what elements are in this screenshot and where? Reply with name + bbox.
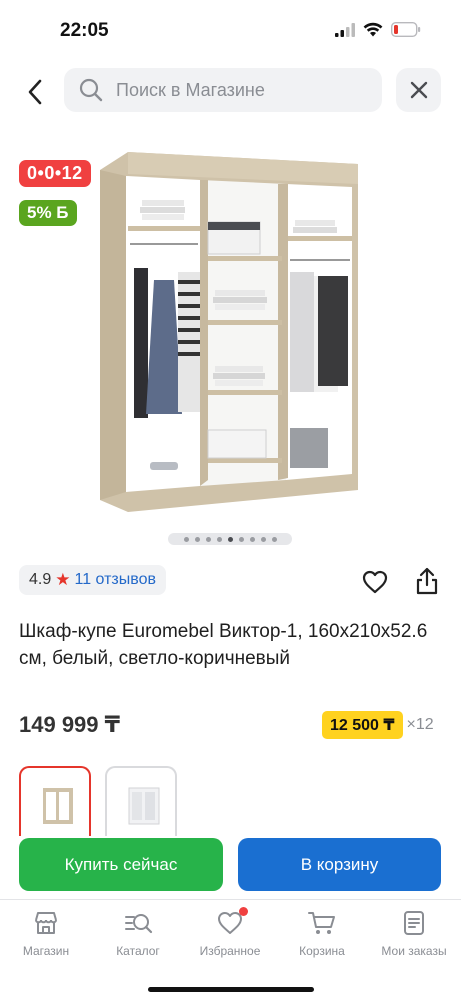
product-price: 149 999 ₸ bbox=[19, 712, 120, 737]
tab-cart[interactable]: Корзина bbox=[276, 908, 368, 958]
gallery-dot bbox=[194, 536, 200, 542]
product-image[interactable] bbox=[90, 140, 370, 520]
tab-label: Магазин bbox=[22, 944, 70, 958]
catalog-search-icon bbox=[123, 908, 153, 938]
share-icon bbox=[416, 567, 438, 595]
rating-reviews-link[interactable]: 4.9 ★ 11 отзывов bbox=[19, 565, 166, 595]
installment-amount: 12 500 ₸ bbox=[322, 711, 403, 739]
favorite-button[interactable] bbox=[361, 568, 389, 596]
search-field[interactable] bbox=[64, 68, 382, 112]
tab-catalog[interactable]: Каталог bbox=[92, 908, 184, 958]
tab-store[interactable]: Магазин bbox=[0, 908, 92, 958]
home-indicator[interactable] bbox=[148, 987, 314, 992]
installment-badge: 0•0•12 bbox=[19, 160, 91, 187]
wardrobe-thumbnail bbox=[43, 788, 73, 824]
status-time: 22:05 bbox=[60, 20, 109, 41]
rating-value: 4.9 bbox=[29, 571, 52, 588]
tab-label: Каталог bbox=[116, 944, 160, 958]
back-button[interactable] bbox=[18, 72, 52, 112]
cellular-icon bbox=[335, 22, 355, 37]
heart-icon bbox=[215, 907, 248, 938]
installment-months: ×12 bbox=[406, 716, 434, 733]
gallery-dot bbox=[183, 536, 189, 542]
tab-label: Корзина bbox=[299, 944, 345, 958]
status-icons bbox=[335, 22, 421, 37]
wardrobe-illustration bbox=[100, 152, 358, 512]
cart-icon bbox=[307, 908, 337, 938]
notification-dot bbox=[239, 907, 248, 916]
orders-icon bbox=[399, 908, 429, 938]
tab-label: Избранное bbox=[199, 944, 261, 958]
share-button[interactable] bbox=[413, 566, 441, 596]
gallery-dot bbox=[227, 536, 233, 542]
chevron-left-icon bbox=[28, 79, 42, 105]
bottom-tab-bar: Магазин Каталог Избранное Корзина Мои за… bbox=[0, 899, 461, 999]
close-icon bbox=[410, 81, 427, 99]
installment-price: 12 500 ₸ ×12 bbox=[322, 711, 434, 739]
add-to-cart-button[interactable]: В корзину bbox=[238, 838, 441, 891]
gallery-dot bbox=[205, 536, 211, 542]
reviews-count: 11 отзывов bbox=[74, 571, 156, 588]
product-title: Шкаф-купе Euromebel Виктор-1, 160x210x52… bbox=[19, 621, 428, 669]
variant-thumbnail-light-brown[interactable] bbox=[19, 766, 91, 836]
bonus-badge: 5% Б bbox=[19, 200, 77, 226]
close-button[interactable] bbox=[396, 68, 441, 112]
store-icon bbox=[31, 908, 61, 938]
star-icon: ★ bbox=[55, 570, 71, 589]
status-bar: 22:05 bbox=[0, 0, 461, 62]
wardrobe-thumbnail bbox=[128, 787, 160, 825]
search-input[interactable] bbox=[116, 79, 356, 101]
gallery-dot bbox=[238, 536, 244, 542]
buy-now-button[interactable]: Купить сейчас bbox=[19, 838, 223, 891]
gallery-dot bbox=[260, 536, 266, 542]
search-header bbox=[0, 66, 461, 116]
variant-thumbnail-white[interactable] bbox=[105, 766, 177, 836]
battery-low-icon bbox=[391, 22, 421, 37]
heart-icon bbox=[362, 570, 388, 594]
search-icon bbox=[78, 77, 104, 103]
tab-favorites[interactable]: Избранное bbox=[184, 907, 276, 958]
gallery-dot bbox=[216, 536, 222, 542]
tab-my-orders[interactable]: Мои заказы bbox=[368, 908, 460, 958]
wifi-icon bbox=[363, 22, 383, 37]
gallery-pagination[interactable] bbox=[168, 533, 292, 545]
gallery-dot bbox=[249, 536, 255, 542]
tab-label: Мои заказы bbox=[381, 944, 447, 958]
gallery-dot bbox=[271, 536, 277, 542]
